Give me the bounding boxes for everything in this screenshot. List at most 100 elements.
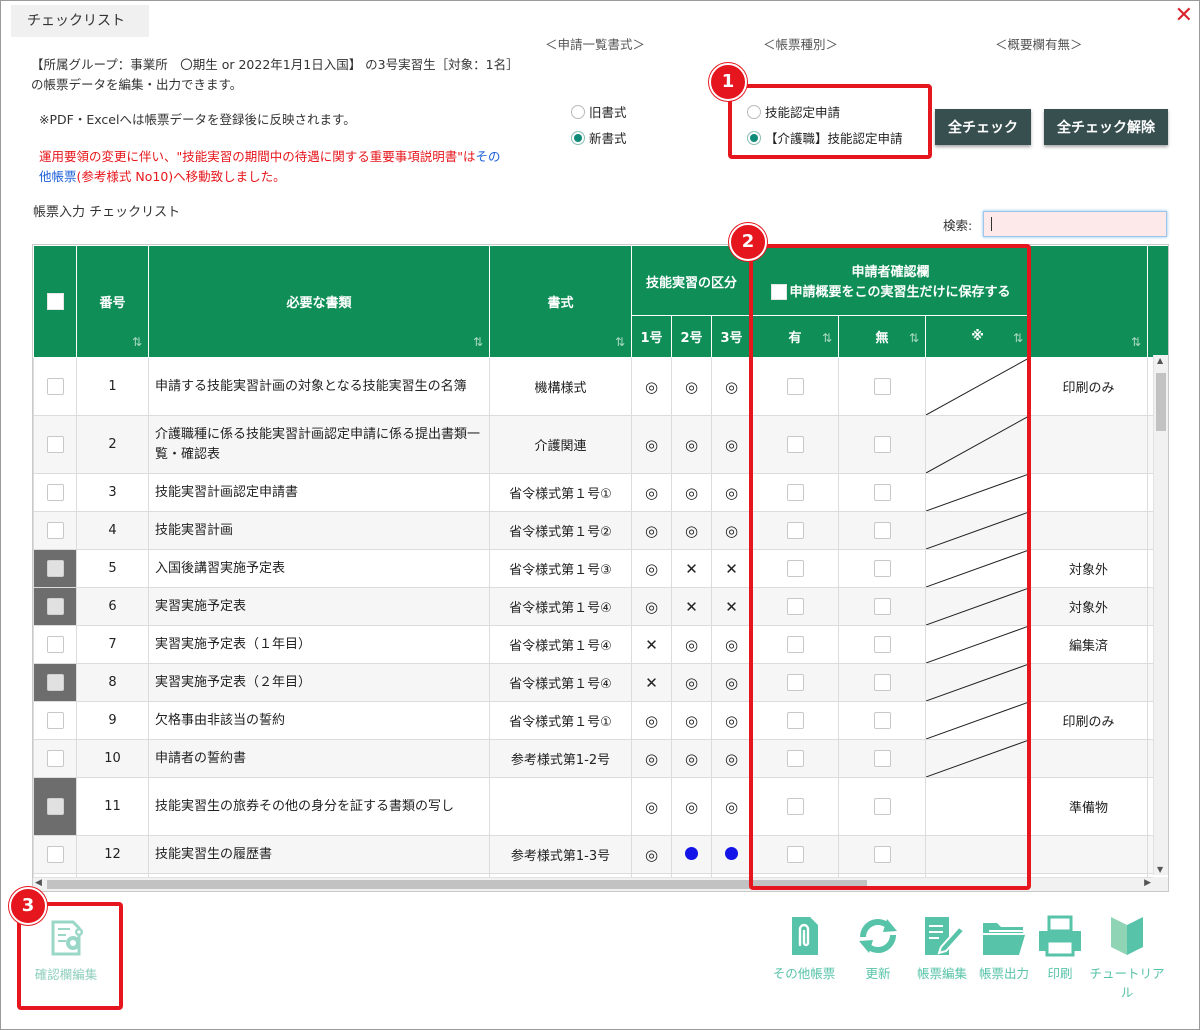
row-select-cell[interactable] — [33, 701, 77, 740]
uncheck-all-button[interactable]: 全チェック解除 — [1044, 109, 1168, 145]
checkbox[interactable] — [46, 636, 64, 653]
header-cat2: 2号 — [671, 315, 712, 358]
document-name[interactable]: 入国後講習実施予定表 — [148, 549, 490, 588]
row-status — [1029, 473, 1149, 512]
sort-icon[interactable]: ⇅ — [132, 335, 142, 349]
other-forms-button[interactable]: その他帳票 — [769, 913, 839, 982]
row-select-cell[interactable] — [33, 739, 77, 778]
document-name[interactable]: 実習実施予定表（１年目） — [148, 625, 490, 664]
document-name[interactable]: 実習実施予定表（２年目） — [148, 663, 490, 702]
vertical-scrollbar[interactable]: ▲ ▼ — [1153, 355, 1168, 875]
horizontal-scroll-thumb[interactable] — [47, 880, 867, 889]
refresh-button[interactable]: 更新 — [843, 913, 913, 982]
header-number[interactable]: 番号 ⇅ — [76, 245, 149, 358]
document-name[interactable]: 技能実習生の旅券その他の身分を証する書類の写し — [148, 777, 490, 836]
tutorial-button[interactable]: チュートリアル — [1087, 913, 1167, 1001]
row-status[interactable]: 準備物 — [1029, 777, 1149, 836]
checkbox[interactable] — [46, 712, 64, 729]
row-select-cell[interactable] — [33, 473, 77, 512]
category-mark-c3: ◎ — [711, 511, 752, 550]
document-name[interactable]: 実習実施予定表 — [148, 587, 490, 626]
checkbox[interactable] — [46, 846, 64, 863]
callout-badge-2: 2 — [729, 223, 767, 261]
document-name[interactable]: 技能実習計画認定申請書 — [148, 473, 490, 512]
checkbox[interactable] — [46, 798, 64, 815]
row-status: 編集済 — [1029, 625, 1149, 664]
category-mark-c3: ✕ — [711, 549, 752, 588]
category-mark-c3: ◎ — [711, 625, 752, 664]
close-icon[interactable]: ✕ — [1175, 3, 1193, 29]
document-name[interactable]: 申請者の誓約書 — [148, 739, 490, 778]
search-label: 検索: — [943, 218, 973, 233]
row-select-cell[interactable] — [33, 511, 77, 550]
radio-selected-icon[interactable] — [571, 130, 585, 145]
row-number: 1 — [76, 357, 149, 416]
printer-icon — [1039, 915, 1081, 957]
search-input[interactable] — [983, 211, 1167, 237]
category-mark-c3: ◎ — [711, 473, 752, 512]
category-mark-c1: ◎ — [631, 835, 672, 874]
row-select-cell[interactable] — [33, 587, 77, 626]
row-select-cell[interactable] — [33, 777, 77, 836]
category-mark-c2: ◎ — [671, 777, 712, 836]
checkbox[interactable] — [46, 750, 64, 767]
format-section-label: ＜申請一覧書式＞ — [545, 37, 646, 52]
header-select-all[interactable] — [33, 245, 77, 358]
form-type-section-label: ＜帳票種別＞ — [763, 37, 839, 52]
category-mark-c2: ◎ — [671, 357, 712, 416]
checkbox[interactable] — [46, 674, 64, 691]
row-status: 印刷のみ — [1029, 357, 1149, 416]
edit-form-button[interactable]: 帳票編集 — [907, 913, 977, 982]
category-mark-c3: ◎ — [711, 701, 752, 740]
checkbox[interactable] — [46, 436, 64, 453]
row-select-cell[interactable] — [33, 663, 77, 702]
vertical-scroll-thumb[interactable] — [1156, 373, 1166, 431]
document-name[interactable]: 介護職種に係る技能実習計画認定申請に係る提出書類一覧・確認表 — [148, 415, 490, 474]
document-format: 省令様式第１号④ — [489, 625, 632, 664]
document-name[interactable]: 欠格事由非該当の誓約 — [148, 701, 490, 740]
scroll-left-icon[interactable]: ◀ — [35, 878, 42, 888]
category-mark-c1: ◎ — [631, 701, 672, 740]
row-select-cell[interactable] — [33, 415, 77, 474]
row-select-cell[interactable] — [33, 625, 77, 664]
checkbox[interactable] — [46, 598, 64, 615]
radio-icon[interactable] — [571, 104, 585, 119]
scroll-up-icon[interactable]: ▲ — [1157, 356, 1163, 365]
doc-gear-icon — [51, 920, 83, 956]
header-format[interactable]: 書式 ⇅ — [489, 245, 632, 358]
header-document[interactable]: 必要な書類 ⇅ — [148, 245, 490, 358]
document-format: 参考様式第1-2号 — [489, 739, 632, 778]
format-option-old[interactable]: 旧書式 — [571, 102, 627, 121]
row-select-cell[interactable] — [33, 835, 77, 874]
check-all-button[interactable]: 全チェック — [935, 109, 1031, 145]
paperclip-doc-icon — [792, 917, 818, 955]
sort-icon[interactable]: ⇅ — [473, 335, 483, 349]
folder-icon — [983, 923, 1025, 955]
checkbox[interactable] — [46, 378, 64, 395]
checkbox[interactable] — [46, 522, 64, 539]
select-all-checkbox[interactable] — [46, 293, 64, 310]
header-status[interactable]: ⇅ — [1029, 245, 1149, 358]
sort-icon[interactable]: ⇅ — [615, 335, 625, 349]
checkbox[interactable] — [46, 484, 64, 501]
row-select-cell[interactable] — [33, 549, 77, 588]
row-status — [1029, 415, 1149, 474]
row-number: 11 — [76, 777, 149, 836]
scroll-down-icon[interactable]: ▼ — [1157, 865, 1163, 874]
confirm-field-edit-button[interactable]: 確認欄編集 — [31, 916, 101, 983]
row-select-cell[interactable] — [33, 357, 77, 416]
sort-icon[interactable]: ⇅ — [1131, 335, 1141, 349]
section-title: 帳票入力 チェックリスト — [33, 205, 181, 220]
header-format-label: 書式 — [547, 296, 574, 311]
print-button[interactable]: 印刷 — [1025, 913, 1095, 982]
header-document-label: 必要な書類 — [286, 296, 352, 311]
document-name[interactable]: 技能実習計画 — [148, 511, 490, 550]
category-mark-c3: ◎ — [711, 357, 752, 416]
scroll-right-icon[interactable]: ▶ — [1144, 878, 1151, 888]
format-option-new[interactable]: 新書式 — [571, 128, 627, 147]
category-mark-c2: ◎ — [671, 701, 712, 740]
document-name[interactable]: 申請する技能実習計画の対象となる技能実習生の名簿 — [148, 357, 490, 416]
document-name[interactable]: 技能実習生の履歴書 — [148, 835, 490, 874]
category-mark-c3: ◎ — [711, 663, 752, 702]
checkbox[interactable] — [46, 560, 64, 577]
